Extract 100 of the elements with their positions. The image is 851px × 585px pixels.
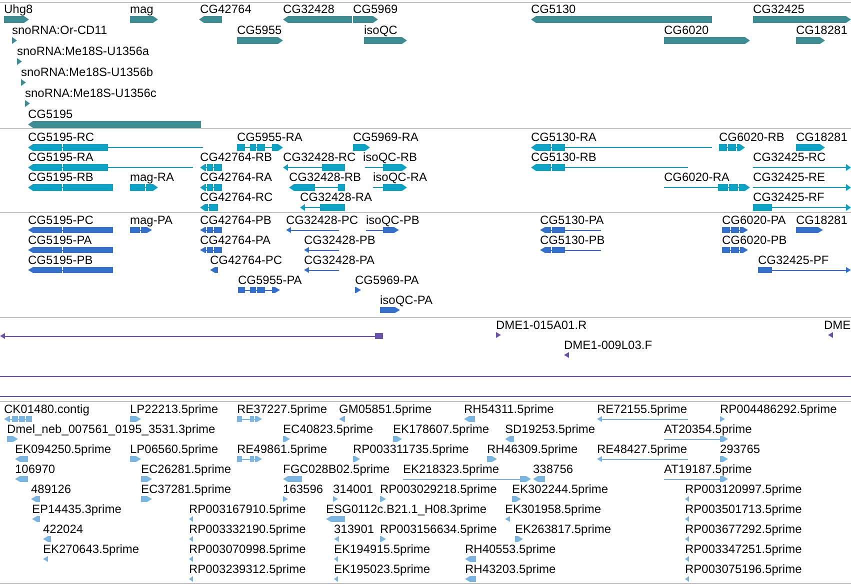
transcript-label: CG32425-RF	[753, 191, 824, 204]
est-label: RP003332190.5prime	[189, 523, 306, 536]
est-label: EK263817.5prime	[515, 523, 612, 536]
est-label: EK195023.5prime	[334, 563, 430, 576]
gene-label: snoRNA:Me18S-U1356c	[25, 87, 156, 100]
est-label: 489126	[31, 483, 72, 496]
est-label: 422024	[43, 523, 84, 536]
est-label: RP003501713.5prime	[685, 503, 802, 516]
transcript-label: CG6020-RA	[664, 171, 730, 184]
protein-label: CG6020-PB	[722, 234, 787, 247]
clone-label: DME1-009L03.F	[564, 339, 652, 352]
est-label: RP003167910.5prime	[189, 503, 306, 516]
transcript-label: CG5130-RB	[531, 151, 596, 164]
est-label: GM05851.5prime	[339, 403, 432, 416]
est-label: RP003311735.5prime	[353, 443, 469, 456]
transcript-label: CG18281	[796, 131, 848, 144]
est-label: RP003239312.5prime	[189, 563, 306, 576]
gene-label: snoRNA:Or-CD11	[12, 24, 108, 37]
est-label: RP003156634.5prime	[380, 523, 497, 536]
protein-label: isoQC-PA	[380, 294, 432, 307]
protein-label: CG32428-PA	[304, 254, 374, 267]
protein-label: mag-PA	[130, 214, 172, 227]
protein-label: CG5195-PA	[28, 234, 92, 247]
est-label: RP003029218.5prime	[380, 483, 497, 496]
est-label: RP004486292.5prime	[720, 403, 837, 416]
est-label: EK301958.5prime	[505, 503, 602, 516]
protein-label: CG5195-PC	[28, 214, 94, 227]
gene-label: isoQC	[364, 24, 398, 37]
transcript-label: CG42764-RA	[200, 171, 272, 184]
transcript-label: mag-RA	[130, 171, 174, 184]
gene-label: CG5969	[353, 3, 398, 16]
est-label: RH54311.5prime	[464, 403, 554, 416]
est-label: RH40553.5prime	[465, 543, 556, 556]
protein-label: CG32425-PF	[758, 254, 829, 267]
est-label: RE48427.5prime	[597, 443, 688, 456]
est-label: EC37281.5prime	[141, 483, 232, 496]
protein-label: CG42764-PC	[210, 254, 282, 267]
est-label: 293765	[720, 443, 760, 456]
protein-label: CG6020-PA	[722, 214, 786, 227]
est-label: EP14435.3prime	[32, 503, 122, 516]
gene-label: CG32425	[753, 3, 804, 16]
protein-label: CG5130-PB	[540, 234, 605, 247]
clone-label: DME1-015A01.R	[496, 319, 587, 332]
est-label: Dmel_neb_007561_0195_3531.3prime	[7, 423, 216, 436]
est-label: RE72155.5prime	[597, 403, 688, 416]
est-label: LP06560.5prime	[130, 443, 218, 456]
est-label: 338756	[533, 463, 574, 476]
est-label: 314001	[333, 483, 374, 496]
protein-label: CG42764-PB	[200, 214, 272, 227]
gene-label: snoRNA:Me18S-U1356b	[21, 66, 154, 79]
est-label: RH46309.5prime	[487, 443, 578, 456]
est-label: RP003075196.5prime	[685, 563, 802, 576]
protein-label: CG5130-PA	[540, 214, 604, 227]
est-label: EK178607.5prime	[393, 423, 490, 436]
est-label: AT19187.5prime	[664, 463, 752, 476]
gene-label: mag	[130, 3, 154, 16]
transcript-label: CG32428-RA	[300, 191, 372, 204]
est-label: RP003677292.5prime	[685, 523, 802, 536]
est-label: ESG0112c.B21.1_H08.3prime	[326, 503, 487, 516]
est-label: EK094250.5prime	[15, 443, 112, 456]
est-label: RP003070998.5prime	[189, 543, 306, 556]
transcript-label: CG42764-RB	[200, 151, 272, 164]
protein-label: CG42764-PA	[200, 234, 270, 247]
est-label: EK218323.5prime	[403, 463, 500, 476]
clone-label: DME	[824, 319, 851, 332]
protein-label: CG32428-PC	[286, 214, 358, 227]
transcript-label: CG32428-RB	[289, 171, 362, 184]
protein-label: CG18281	[796, 214, 848, 227]
est-label: EK270643.5prime	[43, 543, 140, 556]
gene-label: CG18281	[796, 24, 848, 37]
transcript-label: CG5195-RA	[28, 151, 94, 164]
est-label: RE37227.5prime	[237, 403, 328, 416]
gene-label: snoRNA:Me18S-U1356a	[17, 45, 150, 58]
gene-label: CG42764	[200, 3, 252, 16]
est-label: RP003347251.5prime	[685, 543, 802, 556]
est-label: AT20354.5prime	[664, 423, 752, 436]
est-label: RE49861.5prime	[237, 443, 328, 456]
gene-label: CG5195	[28, 108, 73, 121]
est-label: SD19253.5prime	[505, 423, 596, 436]
est-label: CK01480.contig	[4, 403, 90, 416]
transcript-label: isoQC-RB	[363, 151, 418, 164]
transcript-label: CG6020-RB	[719, 131, 784, 144]
transcript-label: CG5969-RA	[353, 131, 418, 144]
protein-label: CG5969-PA	[355, 274, 419, 287]
est-label: EC26281.5prime	[141, 463, 232, 476]
gene-label: CG5130	[531, 3, 576, 16]
transcript-label: CG32428-RC	[283, 151, 356, 164]
transcript-label: CG5955-RA	[237, 131, 302, 144]
transcript-label: CG5195-RC	[28, 131, 94, 144]
transcript-label: CG32425-RE	[753, 171, 826, 184]
est-label: EK194915.5prime	[334, 543, 430, 556]
gene-label: Uhg8	[4, 3, 33, 16]
est-label: RH43203.5prime	[465, 563, 556, 576]
transcript-label: CG42764-RC	[200, 191, 273, 204]
transcript-label: CG5130-RA	[531, 131, 596, 144]
protein-label: CG32428-PB	[304, 234, 376, 247]
est-label: 106970	[15, 463, 56, 476]
gene-label: CG5955	[237, 24, 282, 37]
transcript-label: CG32425-RC	[753, 151, 826, 164]
est-label: FGC028B02.5prime	[283, 463, 390, 476]
